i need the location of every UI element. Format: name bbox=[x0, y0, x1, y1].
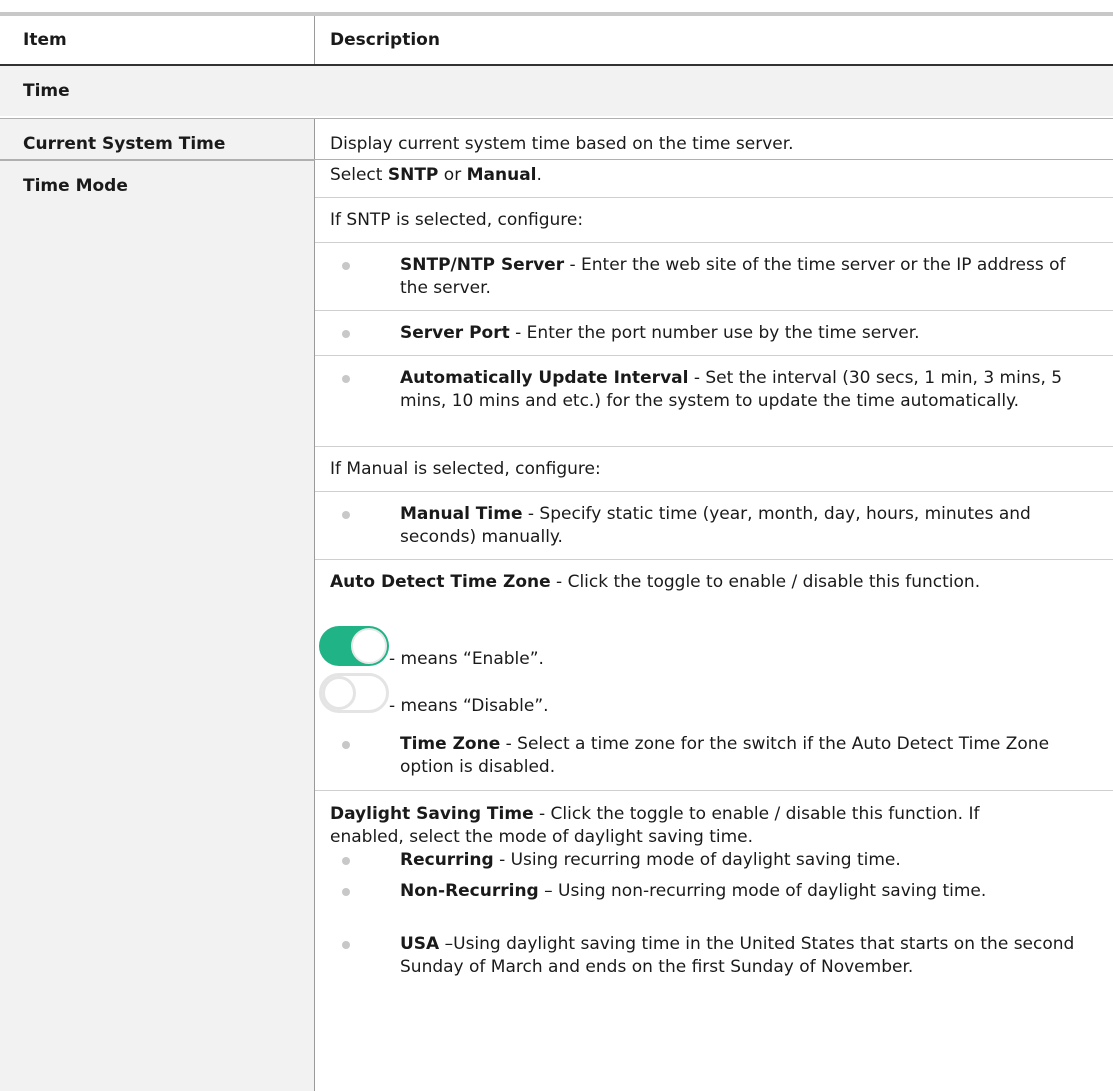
bullet-icon bbox=[342, 857, 350, 865]
header-item-cell: Item bbox=[0, 16, 315, 64]
section-title: Time bbox=[23, 81, 70, 101]
term: Time Zone bbox=[400, 734, 501, 754]
definition: - Click the toggle to enable / disable t… bbox=[550, 572, 981, 592]
term: Manual Time bbox=[400, 504, 523, 524]
item-cell: Time Mode bbox=[0, 160, 315, 1091]
toggle-on-icon bbox=[319, 626, 389, 666]
toggle-disable-text: - means “Disable”. bbox=[389, 696, 549, 716]
header-description-cell: Description bbox=[315, 16, 1113, 64]
select-mode-text: Select SNTP or Manual. bbox=[330, 164, 1020, 187]
header-description-label: Description bbox=[330, 30, 440, 50]
manual-term: Manual bbox=[466, 165, 537, 185]
term: SNTP/NTP Server bbox=[400, 255, 565, 275]
definition: –Using daylight saving time in the Unite… bbox=[400, 934, 1075, 977]
toggle-off-icon bbox=[319, 673, 389, 713]
description-text: Display current system time based on the… bbox=[330, 134, 794, 154]
term: Server Port bbox=[400, 323, 510, 343]
header-item-label: Item bbox=[23, 30, 67, 50]
item-label: Current System Time bbox=[23, 134, 226, 154]
toggle-enable-row: - means “Enable”. bbox=[315, 626, 615, 674]
row-separator bbox=[315, 310, 1113, 311]
bullet-icon bbox=[342, 741, 350, 749]
term: Recurring bbox=[400, 850, 494, 870]
term: Daylight Saving Time bbox=[330, 804, 534, 824]
toggle-enable-text: - means “Enable”. bbox=[389, 649, 544, 669]
bullet-icon bbox=[342, 330, 350, 338]
toggle-disable-row: - means “Disable”. bbox=[315, 673, 615, 721]
sntp-intro: If SNTP is selected, configure: bbox=[330, 210, 584, 230]
row-separator bbox=[315, 790, 1113, 791]
definition: - Using recurring mode of daylight savin… bbox=[493, 850, 901, 870]
description-cell: Select SNTP or Manual. If SNTP is select… bbox=[315, 160, 1113, 1091]
definition: - Enter the port number use by the time … bbox=[509, 323, 920, 343]
text-fragment: or bbox=[438, 165, 467, 185]
row-separator bbox=[315, 491, 1113, 492]
item-cell: Current System Time bbox=[0, 119, 315, 159]
row-separator bbox=[315, 355, 1113, 356]
bullet-icon bbox=[342, 941, 350, 949]
table-row: Time Mode Select SNTP or Manual. If SNTP… bbox=[0, 160, 1113, 1091]
auto-detect-text: Auto Detect Time Zone - Click the toggle… bbox=[330, 571, 1020, 594]
text-fragment: . bbox=[536, 165, 542, 185]
row-separator bbox=[315, 446, 1113, 447]
text-fragment: Select bbox=[330, 165, 388, 185]
manual-intro: If Manual is selected, configure: bbox=[330, 459, 601, 479]
bullet-icon bbox=[342, 262, 350, 270]
bullet-icon bbox=[342, 375, 350, 383]
section-row-time: Time bbox=[0, 66, 1113, 116]
definition: – Using non-recurring mode of daylight s… bbox=[538, 881, 987, 901]
row-separator bbox=[315, 197, 1113, 198]
row-separator bbox=[315, 242, 1113, 243]
term: Automatically Update Interval bbox=[400, 368, 689, 388]
table-header: Item Description bbox=[0, 16, 1113, 64]
term: Non-Recurring bbox=[400, 881, 539, 901]
table-row: Current System Time Display current syst… bbox=[0, 118, 1113, 160]
document-page: Item Description Time Current System Tim… bbox=[0, 0, 1113, 1091]
row-separator bbox=[315, 559, 1113, 560]
term: Auto Detect Time Zone bbox=[330, 572, 551, 592]
description-cell: Display current system time based on the… bbox=[315, 119, 1113, 159]
item-label: Time Mode bbox=[23, 176, 128, 196]
bullet-icon bbox=[342, 888, 350, 896]
term: USA bbox=[400, 934, 440, 954]
dst-text: Daylight Saving Time - Click the toggle … bbox=[330, 803, 1020, 849]
bullet-icon bbox=[342, 511, 350, 519]
sntp-term: SNTP bbox=[387, 165, 439, 185]
